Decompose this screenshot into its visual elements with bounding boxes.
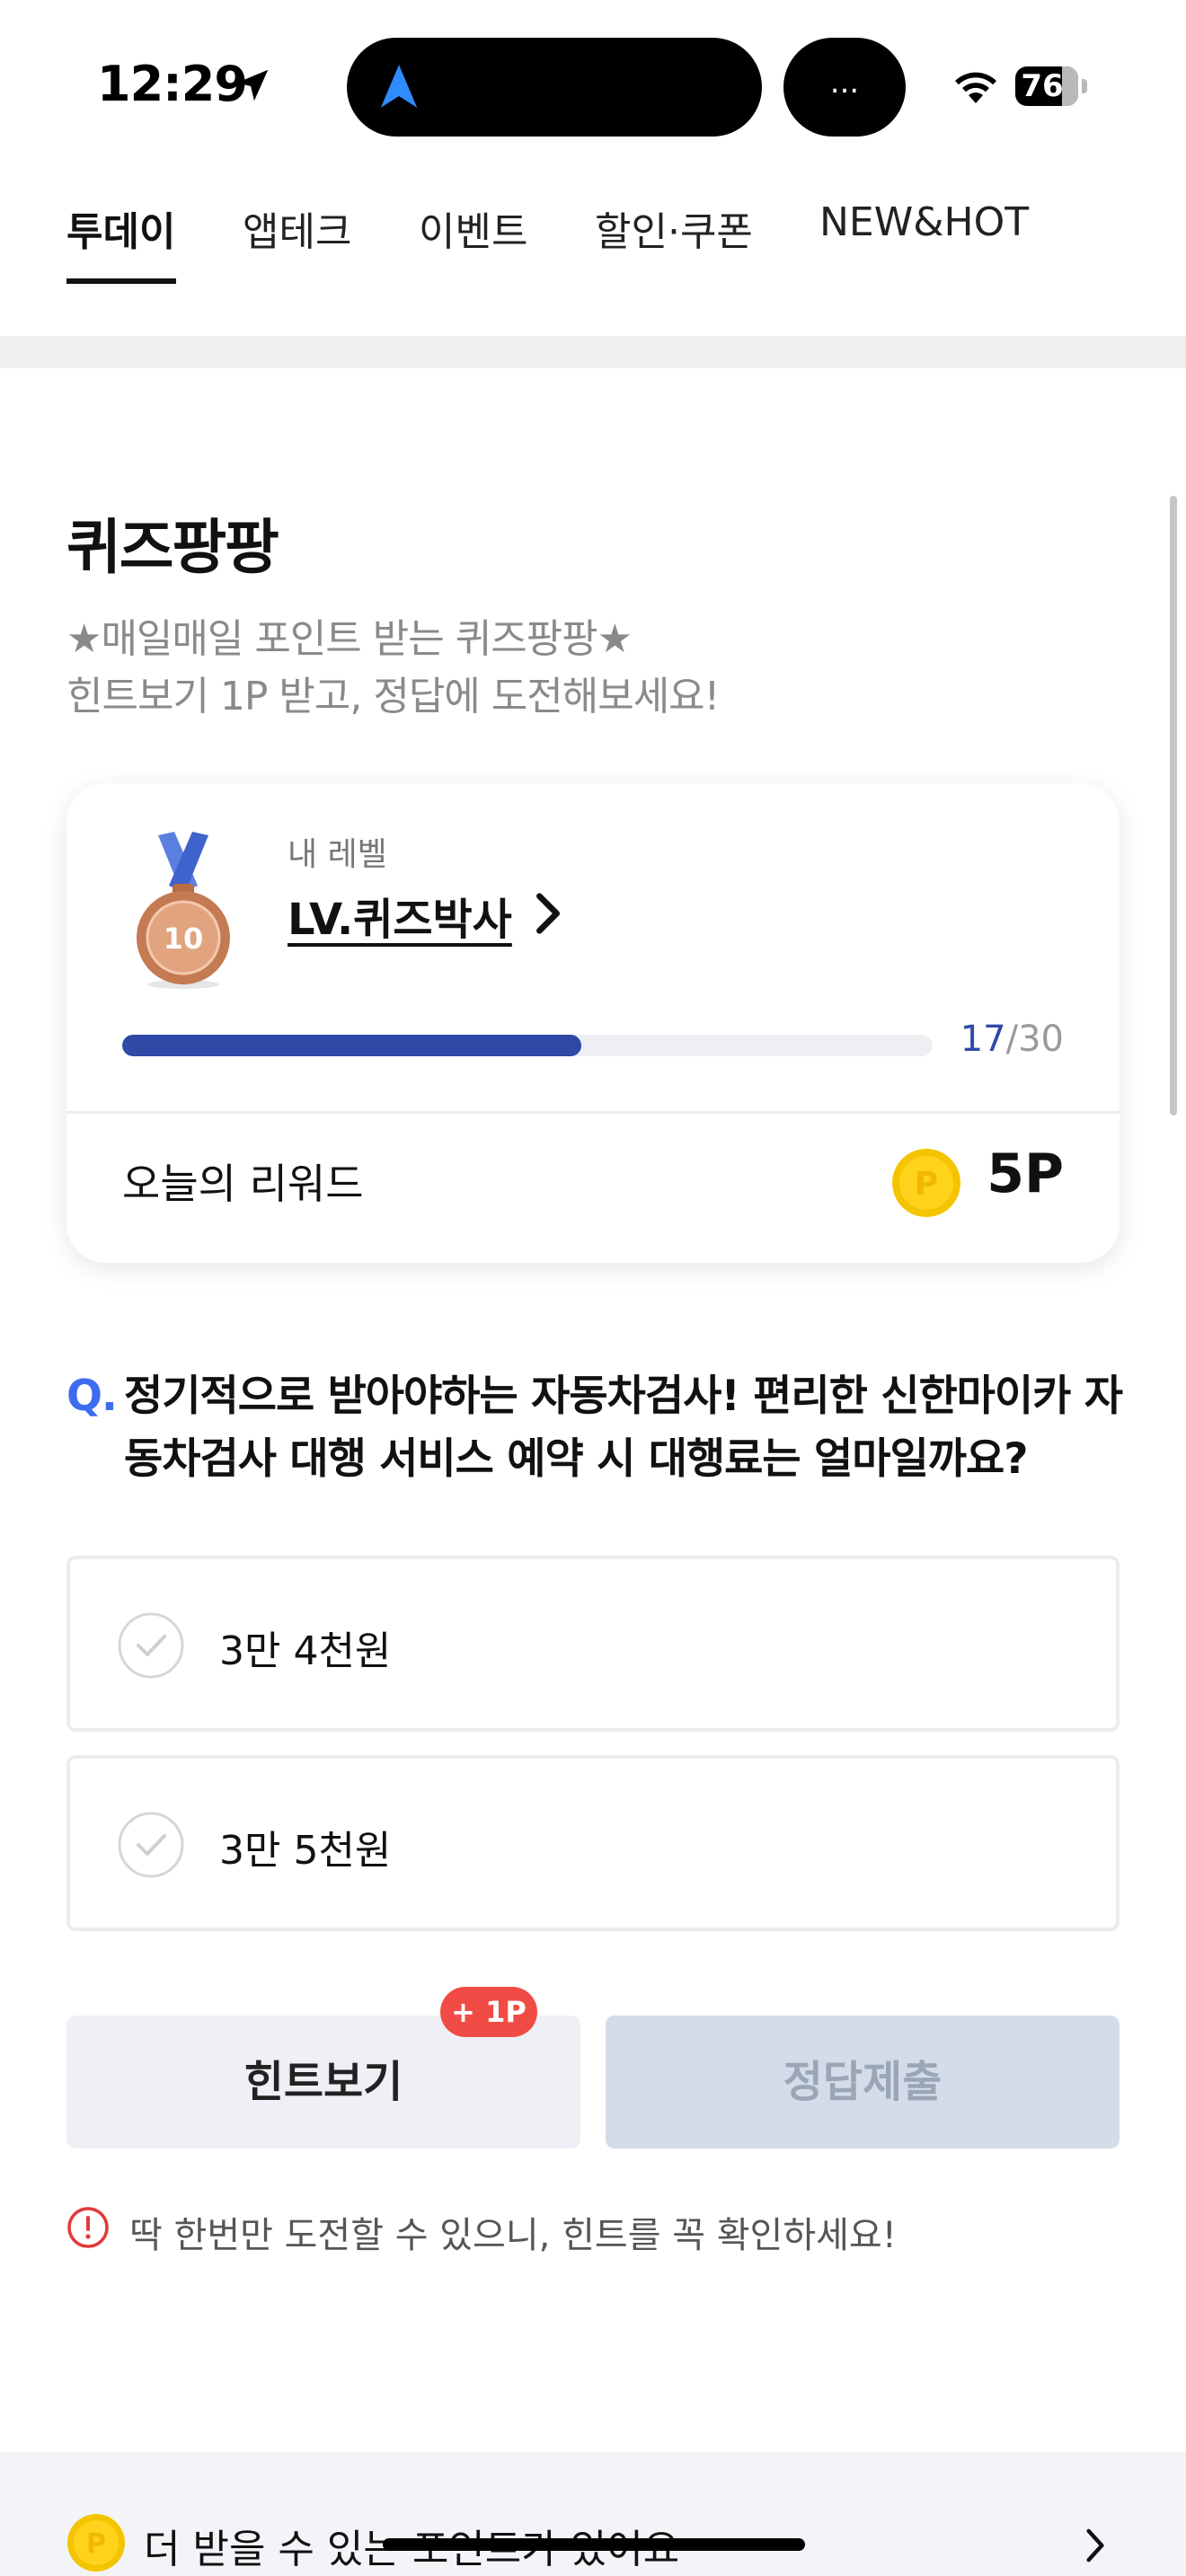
dynamic-island-more[interactable]: ... [783,38,906,137]
level-card: 10 내 레벨 LV.퀴즈박사 17/30 오늘의 리워드 P 5P [66,783,1120,1263]
alert-icon [67,2207,109,2248]
answer-option-label: 3만 4천원 [219,1628,392,1674]
today-reward-label: 오늘의 리워드 [122,1160,364,1208]
level-name-link[interactable]: LV.퀴즈박사 [288,884,512,947]
coin-letter: P [86,2528,106,2560]
scrollbar[interactable] [1170,496,1177,1116]
submit-answer-button[interactable]: 정답제출 [606,2016,1120,2148]
category-tabs: 투데이 앱테크 이벤트 할인·쿠폰 NEW&HOT [0,180,1186,287]
quiz-description: ★매일매일 포인트 받는 퀴즈팡팡★ 힌트보기 1P 받고, 정답에 도전해보세… [66,611,720,726]
status-bar: 12:29 ... 76 [0,0,1186,171]
active-tab-indicator [66,278,176,284]
bronze-medal-icon: 10 [137,832,230,989]
tab-apptech[interactable]: 앱테크 [243,199,351,257]
status-time: 12:29 [97,56,248,112]
quiz-description-line1: ★매일매일 포인트 받는 퀴즈팡팡★ [66,616,633,662]
today-reward-value: 5P [987,1142,1064,1205]
tab-event[interactable]: 이벤트 [419,199,527,257]
medal-level-number: 10 [164,922,204,956]
tab-new-hot[interactable]: NEW&HOT [819,199,1029,245]
quiz-question: Q. 정기적으로 받아야하는 자동차검사! 편리한 신한마이카 자동차검사 대행… [66,1365,1127,1491]
progress-total: /30 [1005,1019,1064,1060]
tab-discount-coupon[interactable]: 할인·쿠폰 [595,199,753,257]
navigation-arrow-icon [380,65,418,108]
location-arrow-icon [236,69,269,101]
level-progress-fill [122,1035,582,1056]
chevron-right-icon[interactable] [530,891,566,936]
answer-option-2[interactable]: 3만 5천원 [66,1755,1120,1931]
notice: 딱 한번만 도전할 수 있으니, 힌트를 꼭 확인하세요! [66,2206,1127,2256]
coin-letter: P [915,1166,938,1203]
question-text: 정기적으로 받아야하는 자동차검사! 편리한 신한마이카 자동차검사 대행 서비… [124,1372,1123,1484]
check-circle-icon [118,1612,184,1679]
hint-point-badge: + 1P [440,1987,537,2037]
card-divider [66,1111,1120,1114]
battery-cap [1082,79,1087,93]
notice-text: 딱 한번만 도전할 수 있으니, 힌트를 꼭 확인하세요! [129,2215,897,2256]
chevron-right-icon [1086,2528,1104,2563]
wifi-icon [955,72,996,103]
more-points-banner[interactable]: P 더 받을 수 있는 포인트가 있어요 [0,2452,1186,2576]
question-mark-label: Q. [66,1372,118,1421]
level-progress-bar [122,1035,933,1056]
quiz-description-line2: 힌트보기 1P 받고, 정답에 도전해보세요! [66,674,720,719]
section-divider [0,336,1186,368]
level-progress-count: 17/30 [960,1019,1064,1060]
battery-icon: 76 [1015,66,1078,106]
check-circle-icon [118,1812,184,1878]
point-coin-icon: P [892,1149,960,1217]
home-indicator[interactable] [383,2538,805,2551]
answer-option-1[interactable]: 3만 4천원 [66,1556,1120,1732]
tab-today[interactable]: 투데이 [66,199,175,257]
point-coin-icon: P [67,2514,125,2572]
dynamic-island-navigation[interactable] [347,38,762,137]
answer-option-label: 3만 5천원 [219,1828,392,1874]
progress-current: 17 [960,1019,1006,1060]
my-level-label: 내 레벨 [288,836,387,873]
quiz-title: 퀴즈팡팡 [66,513,279,582]
